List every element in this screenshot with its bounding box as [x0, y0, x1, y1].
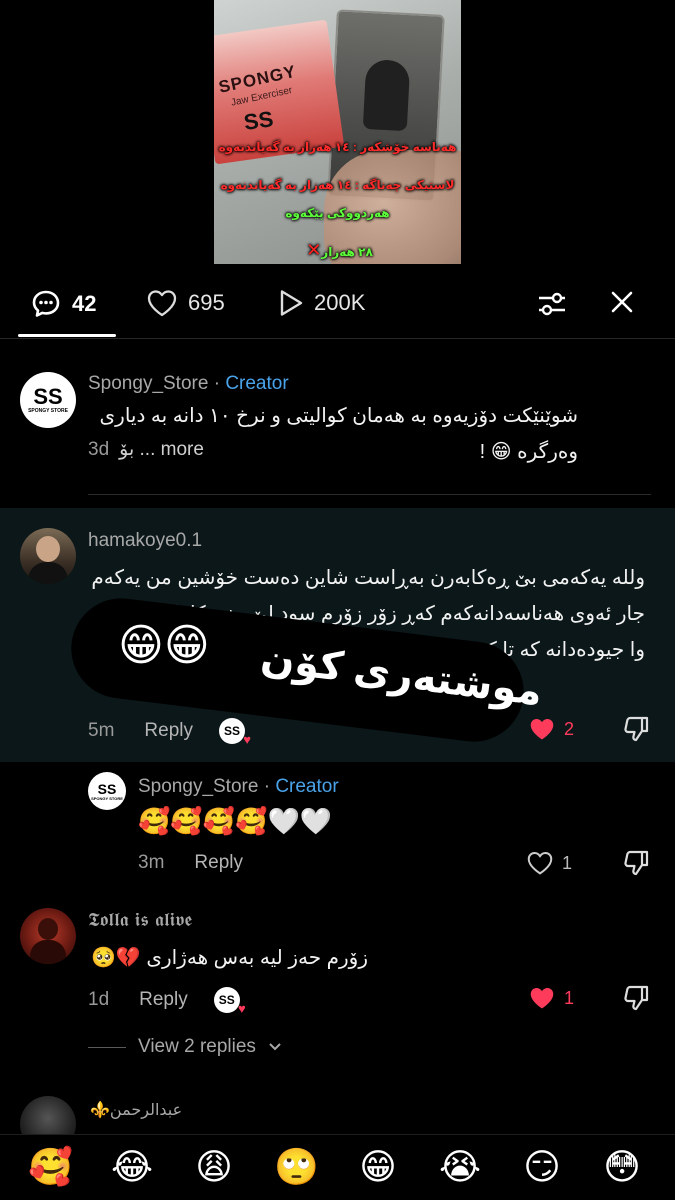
heart-filled-icon	[530, 988, 554, 1009]
emoji-button[interactable]: 😂	[110, 1147, 154, 1187]
comment-text: زۆرم حەز لیە بەس هەژاری 💔🥺	[90, 947, 368, 969]
dislike-button[interactable]	[622, 983, 652, 1018]
likes-tab[interactable]: 695	[146, 288, 225, 318]
active-tab-indicator	[18, 334, 116, 337]
comment-text: 🥰🥰🥰🥰🤍🤍	[138, 806, 333, 836]
divider	[0, 338, 675, 339]
heart-icon	[527, 852, 553, 875]
more-link[interactable]: بۆ ... more	[119, 438, 204, 461]
emoji-button[interactable]: 🥰	[28, 1147, 73, 1187]
emoji-button[interactable]: 😭	[438, 1147, 482, 1187]
thumbs-down-icon	[624, 850, 649, 876]
view-replies-label: View 2 replies	[138, 1036, 256, 1057]
heart-icon	[147, 290, 177, 317]
comment-username[interactable]: 𝕿𝖔𝖑𝖑𝖆 𝖎𝖘 𝖆𝖑𝖎𝖛𝖊	[88, 909, 192, 931]
comment-meta: 3d بۆ ... more	[88, 438, 204, 461]
creator-badge: Creator	[225, 373, 289, 394]
video-thumbnail[interactable]: SPONGY Jaw Exerciser SS هەناسە خۆشکەر : …	[214, 0, 461, 264]
emoji-button[interactable]: 😩	[192, 1147, 236, 1187]
section-divider	[88, 494, 651, 495]
avatar[interactable]: SS SPONGY STORE	[88, 772, 126, 810]
reply-button[interactable]: Reply	[144, 720, 193, 742]
avatar[interactable]: SS SPONGY STORE	[20, 372, 76, 428]
dislike-button[interactable]	[622, 714, 652, 749]
video-price-line-3: هەردووکی پێکەوە	[285, 206, 390, 220]
emoji-button[interactable]: 😏	[520, 1147, 564, 1187]
views-tab[interactable]: 200K	[278, 288, 365, 318]
comment-username[interactable]: Spongy_Store · Creator	[88, 373, 289, 395]
emoji-quick-bar: 🥰 😂 😩 🙄 😁 😭 😏 😳	[0, 1134, 675, 1200]
sticker-emojis: 😁😁	[118, 621, 210, 670]
divider	[88, 1046, 126, 1048]
video-total-price: ٢٨ هەزار	[321, 245, 373, 259]
product-logo: SS	[242, 106, 275, 135]
chevron-down-icon	[269, 1043, 281, 1051]
comment-meta: 3m Reply	[138, 852, 243, 874]
close-icon	[611, 291, 633, 313]
creator-liked-icon: SS ♥	[213, 987, 246, 1016]
video-price-line-4: ٢٨ هەزار✕	[214, 240, 461, 261]
like-button[interactable]: 1	[526, 850, 572, 876]
heart-filled-icon	[530, 719, 554, 740]
dislike-button[interactable]	[622, 848, 652, 883]
cross-mark-icon: ✕	[306, 240, 322, 260]
like-button[interactable]: 1	[528, 985, 574, 1011]
comment-meta: 5m Reply SS ♥	[88, 718, 251, 747]
creator-badge: Creator	[275, 776, 339, 797]
thumbs-down-icon	[624, 716, 649, 742]
video-price-line-2: لاستیکی چەناگە : ١٤ هەزار بە گەیاندنەوە	[220, 178, 455, 192]
emoji-button[interactable]: 🙄	[274, 1147, 319, 1187]
reply-button[interactable]: Reply	[194, 852, 243, 874]
comments-tab[interactable]: 42	[30, 288, 96, 320]
play-icon	[280, 290, 303, 316]
close-button[interactable]	[608, 288, 636, 316]
emoji-button[interactable]: 😁	[356, 1147, 400, 1187]
reply-button[interactable]: Reply	[139, 989, 188, 1011]
comment-username[interactable]: ⚜️عبدالرحمن	[90, 1100, 182, 1120]
creator-liked-icon: SS ♥	[218, 718, 251, 747]
comment-time: 3d	[88, 438, 110, 460]
comment-meta: 1d Reply SS ♥	[88, 987, 246, 1016]
video-price-line-1: هەناسە خۆشکەر : ١٤ هەزار بە گەیاندنەوە	[218, 140, 457, 154]
like-count: 1	[562, 852, 573, 873]
like-count: 2	[564, 718, 575, 739]
comment-time: 1d	[88, 989, 110, 1010]
comment-icon	[32, 290, 60, 317]
comment-username[interactable]: hamakoye0.1	[88, 530, 202, 552]
likes-count: 695	[188, 290, 225, 315]
comments-count: 42	[72, 291, 97, 316]
action-bar: 42 695 200K	[0, 276, 675, 337]
comment-username[interactable]: Spongy_Store · Creator	[138, 776, 339, 798]
comment-time: 5m	[88, 720, 115, 741]
emoji-button[interactable]: 😳	[600, 1147, 644, 1187]
like-count: 1	[564, 987, 575, 1008]
avatar[interactable]	[20, 908, 76, 964]
filter-icon	[539, 292, 565, 316]
thumbs-down-icon	[624, 985, 649, 1011]
like-button[interactable]: 2	[528, 716, 574, 742]
views-count: 200K	[314, 290, 366, 315]
filter-button[interactable]	[536, 288, 568, 320]
avatar[interactable]	[20, 528, 76, 584]
view-replies-button[interactable]: View 2 replies	[88, 1036, 282, 1058]
comment-time: 3m	[138, 852, 165, 873]
